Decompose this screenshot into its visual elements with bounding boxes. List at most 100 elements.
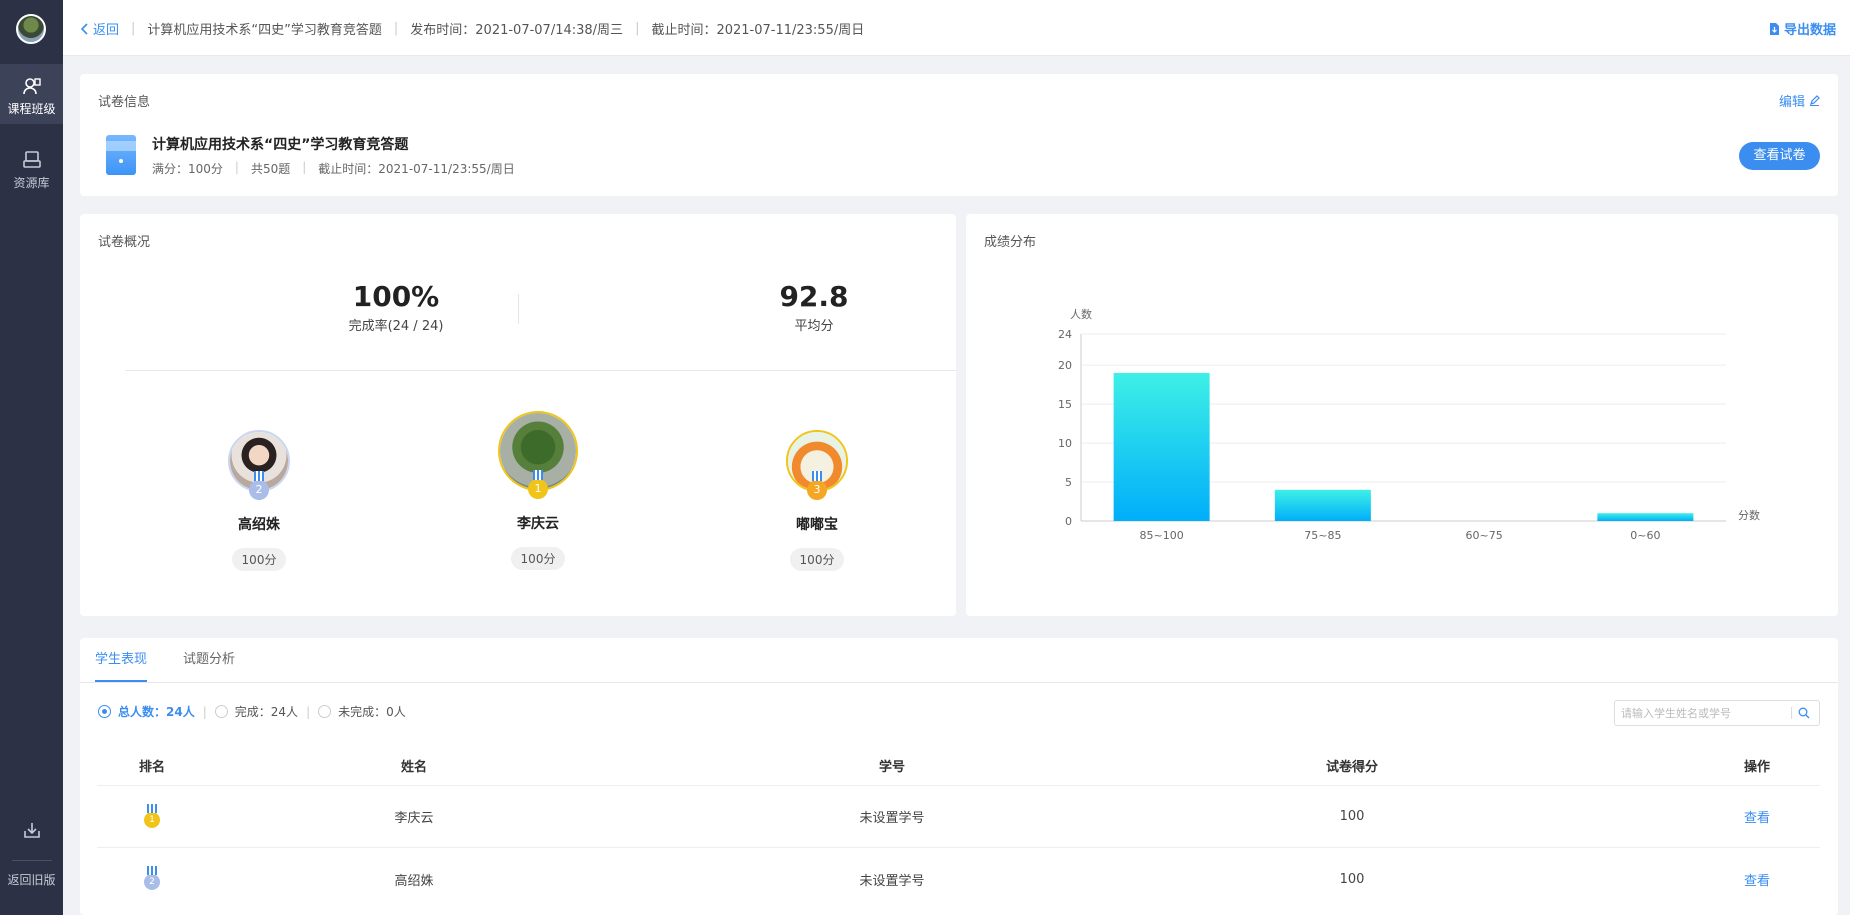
average-stat: 92.8 平均分 (664, 280, 964, 334)
sidebar-item-library[interactable]: 资源库 (0, 138, 63, 198)
chevron-left-icon (81, 22, 88, 35)
rank-medal: 2 (249, 471, 269, 500)
tab-question-analysis[interactable]: 试题分析 (183, 638, 235, 682)
view-link[interactable]: 查看 (1727, 848, 1787, 910)
pencil-icon (1810, 95, 1820, 106)
avatar: 2 (228, 430, 290, 500)
filter-incomplete-radio[interactable] (318, 705, 332, 718)
export-label: 导出数据 (1783, 23, 1836, 38)
podium-third: 3 嘟嘟宝 100分 (757, 430, 877, 571)
filter-total-label[interactable]: 总人数： (118, 703, 166, 720)
exam-meta: 满分：100分 | 共50题 | 截止时间：2021-07-11/23:55/周… (152, 160, 515, 177)
back-to-old-version[interactable]: 返回旧版 (0, 820, 63, 888)
question-count: 共50题 (250, 162, 291, 176)
student-id-cell: 未设置学号 (859, 873, 925, 889)
y-tick-label: 24 (1058, 328, 1072, 341)
y-tick-label: 5 (1065, 476, 1072, 489)
tab-student-performance[interactable]: 学生表现 (95, 638, 148, 682)
completion-rate: 100% (352, 280, 440, 313)
filter-total-radio[interactable] (98, 705, 111, 718)
view-link[interactable]: 查看 (1727, 786, 1787, 847)
column-header[interactable]: 姓名 (339, 746, 489, 785)
section-title: 试卷信息 (98, 95, 151, 110)
x-tick-label: 0~60 (1630, 529, 1660, 542)
edit-label: 编辑 (1778, 95, 1805, 110)
publish-time: 发布时间：2021-07-07/14:38/周三 (410, 23, 624, 38)
status-filters: 总人数： 24人 | 完成： 24人 | 未完成： 0人 (98, 703, 406, 720)
podium-second: 2 高绍姝 100分 (199, 430, 319, 571)
table-row: 2 高绍姝 未设置学号 100 查看 (97, 848, 1820, 910)
y-axis-label: 人数 (1070, 308, 1092, 321)
table-row: 1 李庆云 未设置学号 100 查看 (97, 786, 1820, 848)
exam-info-card: 试卷信息 编辑 计算机应用技术系“四史”学习教育竞答题 满分：100分 | 共5… (80, 74, 1838, 196)
filter-total-value: 24人 (166, 705, 195, 719)
separator: | (306, 704, 311, 719)
score-distribution-chart: 0 5 10 15 20 24 人数分数 85~100 75~85 60~75 0~60 (1058, 308, 1760, 542)
user-avatar[interactable] (16, 14, 46, 44)
search-icon[interactable] (1798, 707, 1810, 719)
exam-name: 计算机应用技术系“四史”学习教育竞答题 (152, 137, 409, 153)
divider (125, 370, 956, 371)
filter-incomplete-value: 0人 (386, 705, 406, 719)
sidebar: 课程班级 资源库 返回旧版 (0, 0, 63, 915)
separator: | (393, 21, 399, 36)
bar (1597, 513, 1694, 521)
score-cell: 100 (1339, 871, 1365, 887)
average-label: 平均分 (794, 319, 834, 334)
silver-medal-icon: 2 (144, 866, 160, 890)
name-cell: 高绍姝 (394, 873, 434, 889)
completion-stat: 100% 完成率(24 / 24) (246, 280, 546, 334)
topbar: 返回 | 计算机应用技术系“四史”学习教育竞答题 | 发布时间：2021-07-… (63, 0, 1850, 56)
x-tick-label: 60~75 (1466, 529, 1503, 542)
back-label: 返回 (93, 23, 120, 38)
full-score: 满分：100分 (152, 162, 223, 176)
rank-medal: 1 (528, 470, 548, 499)
x-tick-label: 85~100 (1140, 529, 1184, 542)
overview-card: 试卷概况 100% 完成率(24 / 24) 92.8 平均分 2 高绍姝 10… (80, 214, 956, 616)
sidebar-item-class[interactable]: 课程班级 (0, 64, 63, 124)
avatar: 1 (498, 411, 578, 499)
podium-name: 李庆云 (517, 516, 559, 532)
gold-medal-icon: 1 (144, 803, 160, 828)
y-tick-label: 0 (1065, 515, 1072, 528)
filter-complete-value: 24人 (270, 705, 299, 719)
export-button[interactable]: 导出数据 (1769, 19, 1836, 38)
separator: | (202, 704, 207, 719)
x-tick-label: 75~85 (1304, 529, 1341, 542)
deadline: 截止时间：2021-07-11/23:55/周日 (651, 23, 865, 38)
filter-incomplete-label[interactable]: 未完成： (338, 703, 386, 720)
library-icon (22, 151, 41, 168)
exam-deadline: 截止时间：2021-07-11/23:55/周日 (318, 162, 515, 176)
tab-divider (80, 682, 1838, 683)
table-header: 排名 姓名 学号 试卷得分 操作 (97, 746, 1820, 786)
y-tick-label: 20 (1058, 359, 1072, 372)
filter-complete-radio[interactable] (214, 705, 228, 718)
podium-score: 100分 (510, 547, 566, 570)
rank-cell: 2 (97, 848, 207, 910)
average-score: 92.8 (779, 280, 849, 313)
filter-complete-label[interactable]: 完成： (235, 703, 271, 720)
sidebar-item-label: 资源库 (13, 176, 50, 190)
student-search (1614, 700, 1820, 726)
column-header[interactable]: 试卷得分 (1277, 746, 1427, 785)
podium-name: 高绍姝 (238, 517, 280, 533)
podium-score: 100分 (231, 548, 287, 571)
column-header[interactable]: 排名 (97, 746, 207, 785)
separator: | (635, 21, 640, 36)
separator: | (131, 21, 136, 36)
search-input[interactable] (1621, 706, 1791, 720)
name-cell: 李庆云 (394, 811, 434, 826)
bar (1274, 489, 1371, 521)
edit-button[interactable]: 编辑 (1779, 91, 1820, 110)
column-header[interactable]: 学号 (817, 746, 967, 785)
back-button[interactable]: 返回 (81, 19, 119, 38)
completion-label: 完成率(24 / 24) (348, 319, 444, 334)
student-id-cell: 未设置学号 (859, 811, 925, 826)
y-tick-label: 10 (1058, 437, 1072, 450)
view-exam-button[interactable]: 查看试卷 (1739, 142, 1820, 170)
sidebar-divider (11, 860, 52, 861)
separator: | (302, 160, 307, 174)
distribution-card: 成绩分布 0 5 10 15 20 24 人数 分数 85~100 75~85 60~75 0~60 (966, 214, 1838, 616)
sidebar-item-label: 课程班级 (7, 102, 56, 116)
class-icon (22, 78, 41, 95)
